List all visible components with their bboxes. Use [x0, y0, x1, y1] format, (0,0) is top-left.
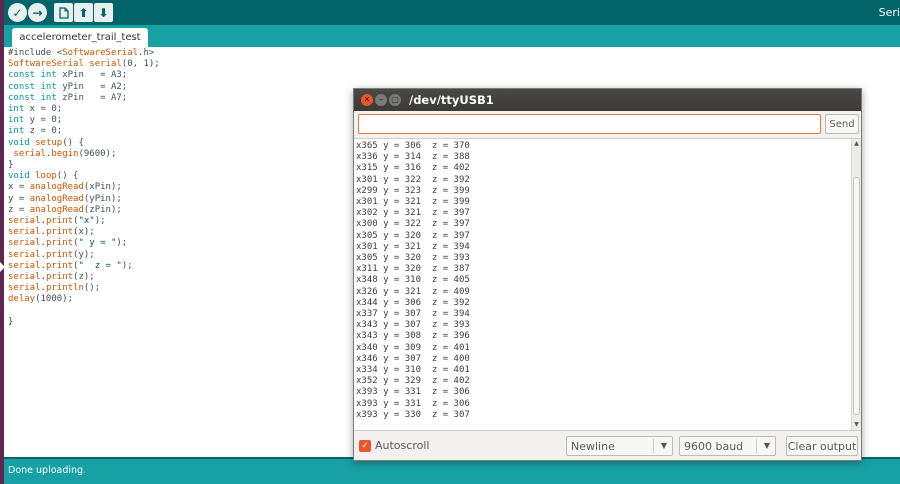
code-line[interactable]: void setup() { — [8, 138, 160, 149]
dropdown-divider — [653, 439, 654, 453]
code-line[interactable]: const int zPin = A7; — [8, 93, 160, 104]
code-line[interactable] — [8, 306, 160, 317]
serial-monitor-footer: ✓ Autoscroll Newline ▼ 9600 baud ▼ Clear… — [354, 432, 861, 460]
serial-output-line: x301 y = 321 z = 399 — [356, 197, 470, 208]
upload-button[interactable]: → — [28, 3, 47, 22]
code-line[interactable]: y = analogRead(yPin); — [8, 194, 160, 205]
code-line[interactable]: int x = 0; — [8, 104, 160, 115]
serial-monitor-title: /dev/ttyUSB1 — [409, 93, 494, 107]
serial-output[interactable]: x365 y = 306 z = 370 x336 y = 314 z = 388… — [354, 138, 861, 431]
new-file-icon — [58, 6, 69, 19]
code-line[interactable]: serial.print(z); — [8, 272, 160, 283]
scroll-down-icon[interactable]: ▼ — [852, 420, 861, 430]
arrow-up-icon: ⬆ — [78, 5, 89, 20]
code-line[interactable]: serial.print(" y = "); — [8, 238, 160, 249]
code-line[interactable]: serial.println(); — [8, 283, 160, 294]
code-line[interactable]: serial.print("x"); — [8, 216, 160, 227]
serial-output-line: x301 y = 321 z = 394 — [356, 241, 470, 252]
serial-output-line: x340 y = 309 z = 401 — [356, 342, 470, 353]
serial-output-line: x334 y = 310 z = 401 — [356, 365, 470, 376]
serial-monitor-button-label[interactable]: Seri — [879, 6, 900, 19]
scroll-up-icon[interactable]: ▲ — [852, 139, 861, 149]
serial-output-line: x326 y = 321 z = 409 — [356, 286, 470, 297]
serial-output-line: x315 y = 316 z = 402 — [356, 163, 470, 174]
code-line[interactable]: const int xPin = A3; — [8, 70, 160, 81]
tab-label: accelerometer_trail_test — [19, 32, 141, 43]
chevron-down-icon: ▼ — [660, 441, 667, 450]
serial-send-input[interactable] — [358, 114, 821, 134]
autoscroll-label[interactable]: Autoscroll — [375, 439, 429, 452]
serial-output-line: x299 y = 323 z = 399 — [356, 185, 470, 196]
open-button[interactable]: ⬆ — [74, 3, 93, 22]
serial-output-line: x343 y = 308 z = 396 — [356, 331, 470, 342]
code-line[interactable]: void loop() { — [8, 171, 160, 182]
serial-output-line: x343 y = 307 z = 393 — [356, 320, 470, 331]
code-line[interactable]: } — [8, 317, 160, 328]
serial-output-line: x337 y = 307 z = 394 — [356, 309, 470, 320]
code-line[interactable]: int y = 0; — [8, 115, 160, 126]
code-line[interactable]: int z = 0; — [8, 126, 160, 137]
minimize-icon: – — [379, 95, 383, 104]
serial-output-line: x352 y = 329 z = 402 — [356, 376, 470, 387]
serial-monitor-window: ✕ – □ /dev/ttyUSB1 Send x365 y = 306 z =… — [353, 88, 862, 461]
serial-monitor-titlebar[interactable]: ✕ – □ /dev/ttyUSB1 — [354, 89, 861, 111]
code-line[interactable]: SoftwareSerial serial(0, 1); — [8, 59, 160, 70]
arrow-right-icon: → — [32, 5, 43, 20]
verify-button[interactable]: ✓ — [8, 3, 27, 22]
tab-bar: accelerometer_trail_test — [4, 25, 900, 47]
autoscroll-checkbox[interactable]: ✓ — [359, 440, 371, 452]
status-bar: Done uploading. — [4, 457, 900, 484]
toolbar: ✓ → ⬆ ⬇ Seri — [4, 0, 900, 25]
code-line[interactable]: x = analogRead(xPin); — [8, 182, 160, 193]
chevron-down-icon: ▼ — [763, 441, 770, 450]
serial-output-line: x348 y = 310 z = 405 — [356, 275, 470, 286]
code-text[interactable]: #include <SoftwareSerial.h> SoftwareSeria… — [8, 48, 160, 328]
serial-output-line: x393 y = 330 z = 307 — [356, 409, 470, 420]
check-icon: ✓ — [12, 5, 23, 20]
code-line[interactable]: const int yPin = A2; — [8, 82, 160, 93]
arrow-down-icon: ⬇ — [98, 5, 109, 20]
send-button[interactable]: Send — [825, 114, 859, 134]
serial-output-line: x393 y = 331 z = 306 — [356, 398, 470, 409]
serial-output-line: x336 y = 314 z = 388 — [356, 152, 470, 163]
serial-output-line: x301 y = 322 z = 392 — [356, 174, 470, 185]
check-icon: ✓ — [361, 441, 369, 451]
code-line[interactable]: serial.print(" z = "); — [8, 261, 160, 272]
serial-output-line: x300 y = 322 z = 397 — [356, 219, 470, 230]
serial-output-line: x346 y = 307 z = 400 — [356, 353, 470, 364]
close-button[interactable]: ✕ — [361, 94, 373, 106]
code-line[interactable]: serial.print(y); — [8, 250, 160, 261]
new-button[interactable] — [54, 3, 73, 22]
code-line[interactable]: #include <SoftwareSerial.h> — [8, 48, 160, 59]
code-line[interactable]: serial.begin(9600); — [8, 149, 160, 160]
minimize-button[interactable]: – — [375, 94, 387, 106]
serial-output-line: x305 y = 320 z = 397 — [356, 230, 470, 241]
tab-sketch[interactable]: accelerometer_trail_test — [12, 28, 148, 47]
line-ending-value: Newline — [571, 440, 615, 453]
serial-output-line: x311 y = 320 z = 387 — [356, 264, 470, 275]
clear-output-button[interactable]: Clear output — [786, 436, 858, 456]
serial-output-text: x365 y = 306 z = 370 x336 y = 314 z = 388… — [356, 141, 470, 421]
baud-rate-select[interactable]: 9600 baud ▼ — [679, 436, 776, 456]
serial-output-line: x305 y = 320 z = 393 — [356, 253, 470, 264]
dropdown-divider — [756, 439, 757, 453]
maximize-icon: □ — [391, 95, 399, 104]
close-icon: ✕ — [363, 95, 371, 104]
code-line[interactable]: delay(1000); — [8, 294, 160, 305]
maximize-button[interactable]: □ — [389, 94, 401, 106]
code-line[interactable]: } — [8, 160, 160, 171]
scrollbar-thumb[interactable] — [853, 177, 860, 415]
code-line[interactable]: serial.print(x); — [8, 227, 160, 238]
status-message: Done uploading. — [8, 465, 87, 476]
line-ending-select[interactable]: Newline ▼ — [566, 436, 673, 456]
save-button[interactable]: ⬇ — [94, 3, 113, 22]
serial-output-line: x302 y = 321 z = 397 — [356, 208, 470, 219]
serial-output-line: x393 y = 331 z = 306 — [356, 387, 470, 398]
baud-rate-value: 9600 baud — [684, 440, 744, 453]
vertical-scrollbar[interactable]: ▲ ▼ — [851, 139, 861, 430]
code-line[interactable]: z = analogRead(zPin); — [8, 205, 160, 216]
serial-output-line: x344 y = 306 z = 392 — [356, 297, 470, 308]
serial-output-line: x365 y = 306 z = 370 — [356, 141, 470, 151]
